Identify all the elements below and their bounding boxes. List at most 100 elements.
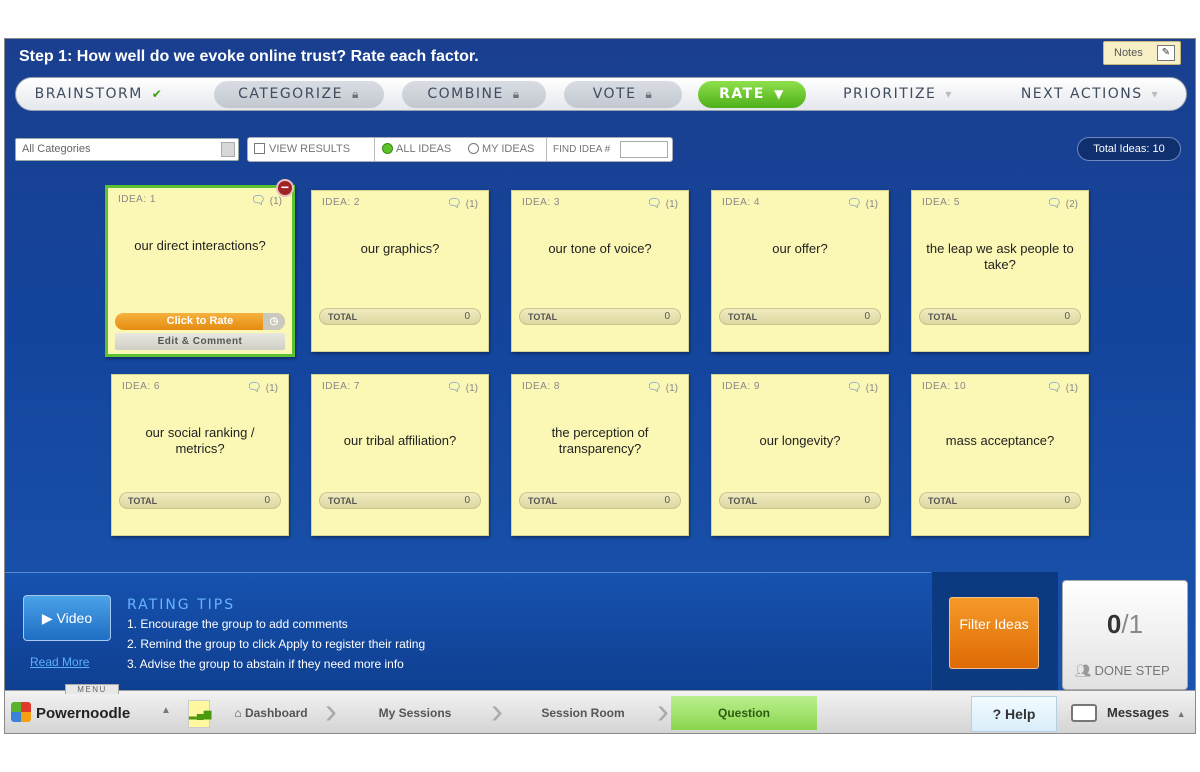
step-prioritize[interactable]: PRIORITIZE ▾ <box>828 81 968 108</box>
menu-tab[interactable]: MENU <box>65 684 119 694</box>
idea-card-4[interactable]: IDEA: 4 🗨︎ (1) our offer? TOTAL 0 <box>711 190 889 352</box>
users-icon: 👥︎ <box>1075 663 1092 678</box>
step-combine[interactable]: COMBINE 🔒︎ <box>402 81 546 108</box>
comment-count-value: (1) <box>1065 383 1078 394</box>
notes-label: Notes <box>1114 47 1143 59</box>
all-ideas-radio[interactable] <box>382 143 393 154</box>
comment-icon: 🗨︎ <box>646 380 662 394</box>
comment-count-value: (1) <box>265 383 278 394</box>
total-label: TOTAL <box>528 312 558 322</box>
idea-filter-bar: VIEW RESULTS ALL IDEAS MY IDEAS FIND IDE… <box>247 137 673 162</box>
comment-count[interactable]: 🗨︎ (1) <box>647 196 678 210</box>
category-select[interactable]: All Categories <box>15 138 239 161</box>
idea-id: IDEA: 6 <box>122 381 160 392</box>
comment-count-value: (1) <box>865 383 878 394</box>
idea-text: our graphics? <box>360 241 440 256</box>
comment-count[interactable]: 🗨︎ (1) <box>847 196 878 210</box>
divider <box>374 138 375 161</box>
play-icon: ▶ <box>41 610 53 626</box>
idea-card-9[interactable]: IDEA: 9 🗨︎ (1) our longevity? TOTAL 0 <box>711 374 889 536</box>
comment-count-value: (1) <box>665 383 678 394</box>
messages-button[interactable]: Messages ▲ <box>1063 696 1193 732</box>
caret-up-icon[interactable]: ▲ <box>161 705 171 716</box>
step-next-actions-label: NEXT ACTIONS <box>1020 86 1143 102</box>
all-ideas-option[interactable]: ALL IDEAS <box>382 143 451 155</box>
breadcrumb-question[interactable]: Question <box>671 696 817 730</box>
idea-card-10[interactable]: IDEA: 10 🗨︎ (1) mass acceptance? TOTAL 0 <box>911 374 1089 536</box>
my-ideas-radio[interactable] <box>468 143 479 154</box>
done-step-label: 👥︎ DONE STEP <box>1075 663 1170 679</box>
comment-count[interactable]: 🗨︎ (2) <box>1047 196 1078 210</box>
idea-card-7[interactable]: IDEA: 7 🗨︎ (1) our tribal affiliation? TO… <box>311 374 489 536</box>
comment-count[interactable]: 🗨︎ (1) <box>447 196 478 210</box>
my-ideas-label: MY IDEAS <box>482 143 535 155</box>
total-bar: TOTAL 0 <box>319 308 481 325</box>
caret-down-icon: ▼ <box>774 87 785 101</box>
comment-count-value: (1) <box>269 196 282 207</box>
comment-count[interactable]: 🗨︎ (1) <box>247 380 278 394</box>
chevron-right-icon: › <box>491 690 503 731</box>
idea-id: IDEA: 2 <box>322 197 360 208</box>
done-total: /1 <box>1121 609 1144 639</box>
edit-and-comment-button[interactable]: Edit & Comment <box>115 333 285 350</box>
step-rate[interactable]: RATE ▼ <box>698 81 806 108</box>
idea-card-5[interactable]: IDEA: 5 🗨︎ (2) the leap we ask people to … <box>911 190 1089 352</box>
idea-text: our offer? <box>772 241 828 256</box>
idea-id: IDEA: 1 <box>118 194 156 205</box>
comment-count[interactable]: 🗨︎ (1) <box>251 193 282 207</box>
comment-icon: 🗨︎ <box>246 380 262 394</box>
total-bar: TOTAL 0 <box>519 308 681 325</box>
idea-id: IDEA: 5 <box>922 197 960 208</box>
idea-card-8[interactable]: IDEA: 8 🗨︎ (1) the perception of transpar… <box>511 374 689 536</box>
powernoodle-logo-icon <box>11 702 31 722</box>
total-label: TOTAL <box>128 496 158 506</box>
comment-count[interactable]: 🗨︎ (1) <box>647 380 678 394</box>
idea-text: the perception of transparency? <box>551 425 649 456</box>
my-ideas-option[interactable]: MY IDEAS <box>468 143 534 155</box>
view-results-checkbox[interactable] <box>254 143 265 154</box>
idea-id: IDEA: 7 <box>322 381 360 392</box>
breadcrumb-dashboard[interactable]: ⌂ Dashboard <box>221 696 321 730</box>
idea-card-3[interactable]: IDEA: 3 🗨︎ (1) our tone of voice? TOTAL 0 <box>511 190 689 352</box>
breadcrumb-session-room[interactable]: Session Room <box>509 696 657 730</box>
comment-icon: 🗨︎ <box>846 196 862 210</box>
video-button[interactable]: ▶ Video <box>23 595 111 641</box>
read-more-link[interactable]: Read More <box>30 655 89 669</box>
remove-icon[interactable]: − <box>276 179 294 197</box>
comment-icon: 🗨︎ <box>846 380 862 394</box>
total-value: 0 <box>1064 495 1070 506</box>
category-select-value: All Categories <box>22 143 91 155</box>
click-to-rate-button[interactable]: Click to Rate ◷ <box>115 313 285 330</box>
messages-label: Messages <box>1107 705 1170 720</box>
step-next-actions[interactable]: NEXT ACTIONS ▾ <box>1006 81 1174 108</box>
comment-count[interactable]: 🗨︎ (1) <box>447 380 478 394</box>
idea-card-6[interactable]: IDEA: 6 🗨︎ (1) our social ranking / metri… <box>111 374 289 536</box>
comment-icon: 🗨︎ <box>446 380 462 394</box>
comment-icon: 🗨︎ <box>646 196 662 210</box>
notes-button[interactable]: Notes ✎ <box>1103 41 1181 65</box>
breadcrumb-my-sessions[interactable]: My Sessions <box>345 696 485 730</box>
comment-count[interactable]: 🗨︎ (1) <box>1047 380 1078 394</box>
divider <box>546 138 547 161</box>
idea-card-2[interactable]: IDEA: 2 🗨︎ (1) our graphics? TOTAL 0 <box>311 190 489 352</box>
step-brainstorm[interactable]: BRAINSTORM ✔ <box>34 81 164 108</box>
idea-card-1[interactable]: IDEA: 1 🗨︎ (1) our direct interactions? C… <box>105 185 295 357</box>
step-vote[interactable]: VOTE 🔒︎ <box>564 81 682 108</box>
tip-item: 3. Advise the group to abstain if they n… <box>127 657 404 671</box>
dropdown-icon <box>221 142 235 157</box>
lock-icon: 🔒︎ <box>512 87 521 101</box>
idea-id: IDEA: 3 <box>522 197 560 208</box>
brand-menu[interactable]: Powernoodle <box>11 702 130 722</box>
help-button[interactable]: ? Help <box>971 696 1057 732</box>
filter-ideas-button[interactable]: Filter Ideas <box>949 597 1039 669</box>
comment-count-value: (1) <box>465 383 478 394</box>
find-idea-input[interactable] <box>620 141 668 158</box>
done-step-panel[interactable]: 0/1 👥︎ DONE STEP <box>1062 580 1188 690</box>
total-label: TOTAL <box>328 312 358 322</box>
lock-icon: 🔒︎ <box>645 87 654 101</box>
comment-count[interactable]: 🗨︎ (1) <box>847 380 878 394</box>
total-bar: TOTAL 0 <box>719 492 881 509</box>
step-categorize[interactable]: CATEGORIZE 🔒︎ <box>214 81 384 108</box>
find-idea-label: FIND IDEA # <box>553 144 611 155</box>
view-results-toggle[interactable]: VIEW RESULTS <box>254 143 350 155</box>
